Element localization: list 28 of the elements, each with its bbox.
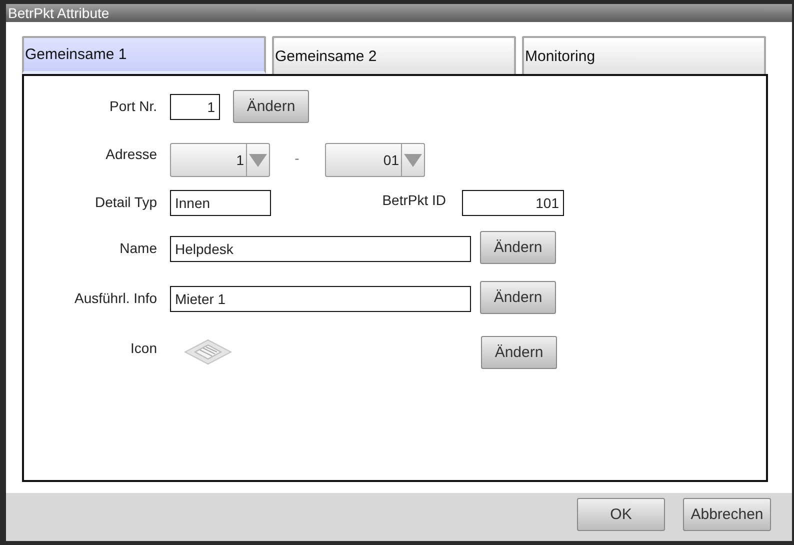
window-title: BetrPkt Attribute bbox=[8, 5, 110, 21]
input-field[interactable]: Innen bbox=[170, 190, 271, 216]
input-field[interactable]: Mieter 1 bbox=[170, 286, 471, 312]
field-label: Port Nr. bbox=[108, 97, 157, 114]
separator: - bbox=[294, 149, 300, 166]
tab[interactable]: Gemeinsame 1 bbox=[22, 36, 266, 74]
field-label: Icon bbox=[130, 339, 157, 356]
caret-icon bbox=[401, 143, 424, 177]
field-label: Detail Typ bbox=[94, 193, 157, 210]
change-button[interactable]: Ändern bbox=[233, 90, 309, 123]
field-label: BetrPkt ID bbox=[381, 191, 446, 208]
input-field[interactable]: 101 bbox=[462, 190, 564, 216]
dialog-button[interactable]: Abbrechen bbox=[683, 498, 771, 530]
tab[interactable]: Monitoring bbox=[522, 36, 766, 74]
change-button[interactable]: Ändern bbox=[481, 336, 557, 369]
input-field[interactable]: 1 bbox=[170, 94, 220, 120]
dropdown[interactable]: 01 bbox=[325, 143, 425, 177]
field-label: Adresse bbox=[104, 145, 157, 162]
change-button[interactable]: Ändern bbox=[480, 231, 556, 264]
field-label: Ausführl. Info bbox=[74, 289, 157, 306]
change-button[interactable]: Ändern bbox=[480, 281, 556, 314]
tab[interactable]: Gemeinsame 2 bbox=[272, 36, 516, 74]
field-label: Name bbox=[118, 239, 157, 256]
ceiling-unit-icon bbox=[183, 338, 233, 366]
input-field[interactable]: Helpdesk bbox=[170, 236, 471, 262]
dialog-button[interactable]: OK bbox=[577, 498, 665, 530]
dropdown[interactable]: 1 bbox=[170, 143, 270, 177]
caret-icon bbox=[246, 143, 269, 177]
